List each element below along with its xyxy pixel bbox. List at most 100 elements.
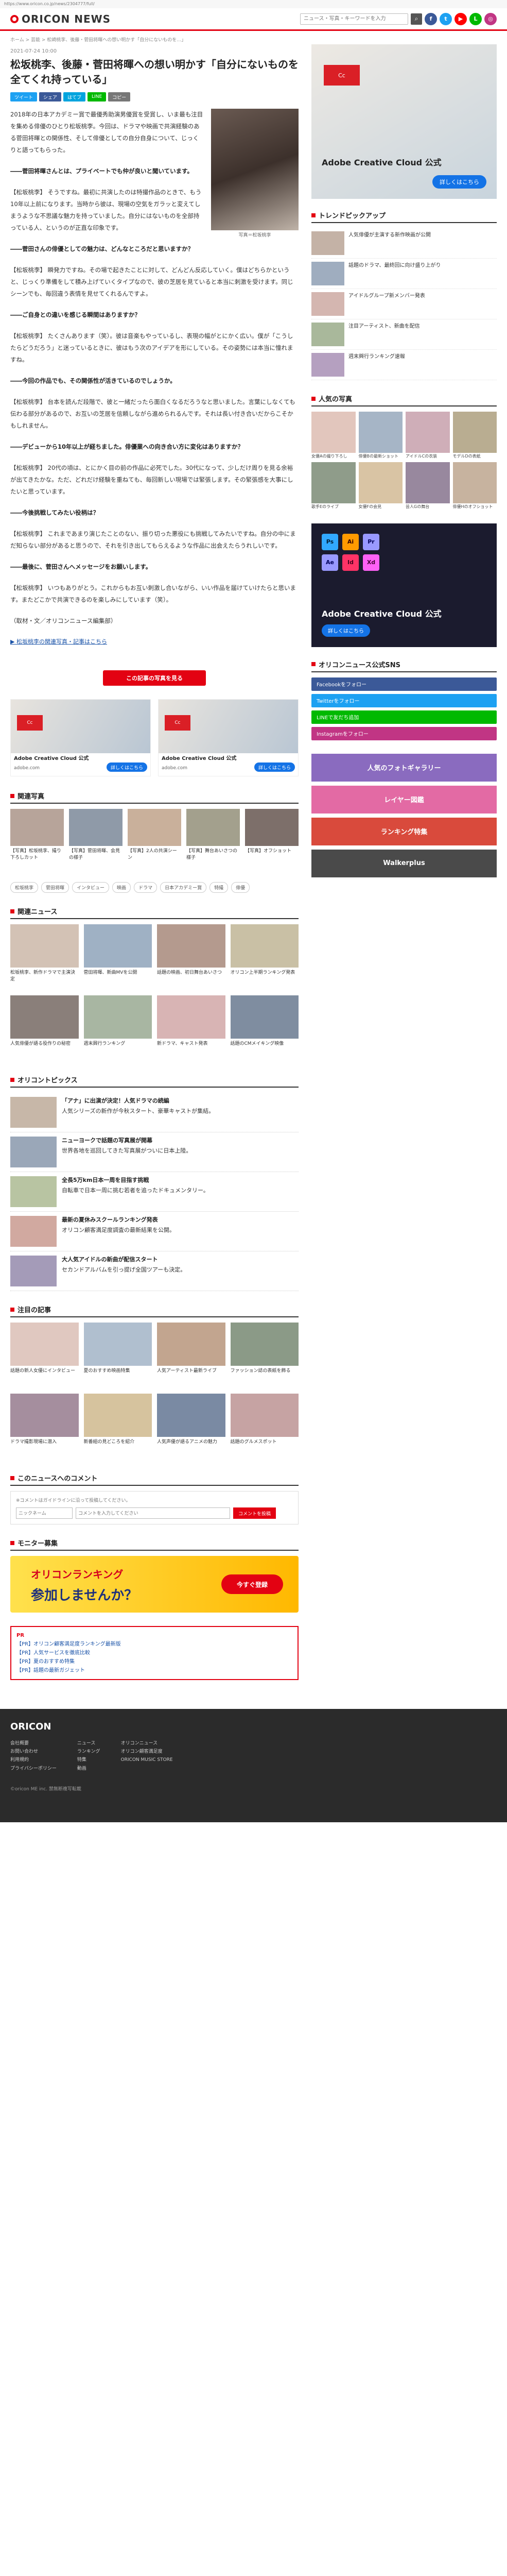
instagram-icon[interactable]: ◎ [484,12,497,25]
photo-card[interactable]: 【写真】松坂桃李、撮り下ろしカット [10,809,64,869]
tag-chip[interactable]: ドラマ [134,882,158,893]
sidebar-ad[interactable]: Cc Adobe Creative Cloud 公式 詳しくはこちら [311,44,497,199]
featured-card[interactable]: 人気アーティスト最新ライブ [157,1323,225,1388]
line-icon[interactable]: L [469,12,482,25]
photo-card[interactable]: 【写真】菅田将暉、会見の様子 [69,809,123,869]
gallery-card[interactable]: アイドルCの衣装 [406,412,450,459]
share-facebook-button[interactable]: シェア [39,92,62,101]
footer-link[interactable]: オリコン顧客満足度 [121,1748,173,1756]
apps-ad-cta-button[interactable]: 詳しくはこちら [322,624,370,637]
list-item[interactable]: 注目アーティスト、新曲を配信 [311,319,497,350]
photo-card[interactable]: 【写真】オフショット [245,809,299,869]
news-card[interactable]: 新ドラマ、キャスト発表 [157,995,225,1061]
footer-link[interactable]: 利用規約 [10,1756,57,1764]
news-card[interactable]: 週末興行ランキング [83,995,152,1061]
list-item[interactable]: 「アナ」に出演が決定！人気ドラマの続編 人気シリーズの新作が今秋スタート、豪華キャ… [10,1093,299,1132]
monitor-signup-button[interactable]: 今すぐ登録 [221,1574,283,1594]
breadcrumb[interactable]: ホーム > 芸能 > 松崎桃李、後藤・菅田将暉への想い明かす「自分にないものを…… [0,31,507,44]
pr-link[interactable]: 【PR】オリコン顧客満足度ランキング最新版 [16,1640,292,1649]
footer-link[interactable]: 動画 [77,1765,100,1773]
twitter-icon[interactable]: t [440,12,452,25]
related-article-link[interactable]: ▶ 松坂桃李の関連写真・記事はこちら [10,636,299,648]
list-item[interactable]: 人気俳優が主演する新作映画が公開 [311,228,497,259]
photo-card[interactable]: 【写真】2人の共演シーン [128,809,181,869]
lead-photo[interactable]: 写真＝松坂桃李 [211,109,299,240]
tag-chip[interactable]: 松坂桃李 [10,882,39,893]
list-item[interactable]: 大人気アイドルの新曲が配信スタート セカンドアルバムを引っ提げ全国ツアーも決定。 [10,1251,299,1291]
footer-logo[interactable]: ORICON [10,1721,497,1732]
sidebar-banner[interactable]: レイヤー図鑑 [311,785,497,814]
gallery-card[interactable]: 俳優Bの最新ショット [358,412,403,459]
list-item[interactable]: 最新の夏休みスクールランキング発表 オリコン顧客満足度調査の最新結果を公開。 [10,1212,299,1251]
footer-link[interactable]: 特集 [77,1756,100,1764]
list-item[interactable]: 全長5万km日本一周を目指す挑戦 自転車で日本一周に挑む若者を追ったドキュメンタリ… [10,1172,299,1212]
share-hatena-button[interactable]: はてブ [63,92,86,101]
news-card[interactable]: 人気俳優が語る役作りの秘密 [10,995,79,1061]
featured-card[interactable]: ドラマ撮影現場に潜入 [10,1394,79,1460]
footer-link[interactable]: ORICON MUSIC STORE [121,1756,173,1764]
youtube-icon[interactable]: ▶ [454,12,467,25]
footer-link[interactable]: ランキング [77,1748,100,1756]
footer-link[interactable]: プライバシーポリシー [10,1765,57,1773]
footer-link[interactable]: お問い合わせ [10,1748,57,1756]
pr-link[interactable]: 【PR】夏のおすすめ特集 [16,1657,292,1666]
copy-link-button[interactable]: コピー [108,92,131,101]
comment-field[interactable] [76,1507,230,1519]
gallery-card[interactable]: モデルDの表紙 [452,412,497,459]
tag-chip[interactable]: インタビュー [72,882,110,893]
apps-ad[interactable]: Ps Ai Pr Ae Id Xd Adobe Creative Cloud 公… [311,523,497,647]
site-logo[interactable]: ORICON NEWS [10,13,111,25]
gallery-card[interactable]: 俳優Hのオフショット [452,462,497,510]
search-input[interactable] [300,13,408,25]
featured-card[interactable]: 夏のおすすめ映画特集 [83,1323,152,1388]
news-card[interactable]: 菅田将暉、新曲MVを公開 [83,924,152,990]
footer-link[interactable]: オリコンニュース [121,1739,173,1748]
share-line-button[interactable]: LINE [88,92,107,101]
list-item[interactable]: 週末興行ランキング速報 [311,350,497,380]
gallery-card[interactable]: 歌手Eのライブ [311,462,356,510]
photo-card[interactable]: 【写真】舞台あいさつの様子 [186,809,240,869]
follow-facebook-button[interactable]: Facebookをフォロー [311,677,497,691]
gallery-card[interactable]: 芸人Gの舞台 [406,462,450,510]
ad-banner[interactable]: Cc Adobe Creative Cloud 公式 adobe.com 詳しく… [10,699,151,776]
tag-chip[interactable]: 特撮 [209,882,229,893]
sidebar-banner[interactable]: ランキング特集 [311,817,497,845]
gallery-card[interactable]: 女優Aの撮り下ろし [311,412,356,459]
news-card[interactable]: 話題のCMメイキング映像 [230,995,299,1061]
featured-card[interactable]: 話題の新人女優にインタビュー [10,1323,79,1388]
ad-cta-button[interactable]: 詳しくはこちら [254,762,295,772]
search-icon[interactable]: ⌕ [411,13,422,25]
pr-link[interactable]: 【PR】人気サービスを徹底比較 [16,1649,292,1657]
follow-instagram-button[interactable]: Instagramをフォロー [311,726,497,740]
follow-twitter-button[interactable]: Twitterをフォロー [311,693,497,707]
tag-chip[interactable]: 日本アカデミー賞 [160,882,207,893]
ad-banner[interactable]: Cc Adobe Creative Cloud 公式 adobe.com 詳しく… [158,699,299,776]
list-item[interactable]: アイドルグループ新メンバー発表 [311,289,497,319]
footer-link[interactable]: ニュース [77,1739,100,1748]
list-item[interactable]: 話題のドラマ、最終回に向け盛り上がり [311,259,497,289]
news-card[interactable]: オリコン上半期ランキング発表 [230,924,299,990]
tag-chip[interactable]: 菅田将暉 [41,882,69,893]
footer-link[interactable]: 会社概要 [10,1739,57,1748]
gallery-card[interactable]: 女優Fの会見 [358,462,403,510]
featured-card[interactable]: 新番組の見どころを紹介 [83,1394,152,1460]
monitor-banner[interactable]: オリコンランキング 参加しませんか？ 今すぐ登録 [10,1556,299,1613]
featured-card[interactable]: 人気声優が語るアニメの魅力 [157,1394,225,1460]
news-card[interactable]: 松坂桃李、新作ドラマで主演決定 [10,924,79,990]
nickname-field[interactable] [16,1507,73,1519]
pr-link[interactable]: 【PR】話題の最新ガジェット [16,1666,292,1675]
news-card[interactable]: 話題の映画、初日舞台あいさつ [157,924,225,990]
comment-submit-button[interactable]: コメントを投稿 [233,1507,276,1519]
tag-chip[interactable]: 映画 [112,882,131,893]
list-item[interactable]: ニューヨークで話題の写真展が開幕 世界各地を巡回してきた写真展がついに日本上陸。 [10,1132,299,1172]
follow-line-button[interactable]: LINEで友だち追加 [311,710,497,724]
featured-card[interactable]: 話題のグルメスポット [230,1394,299,1460]
sidebar-ad-cta-button[interactable]: 詳しくはこちら [432,175,486,189]
sidebar-banner[interactable]: Walkerplus [311,849,497,877]
facebook-icon[interactable]: f [425,12,437,25]
tag-chip[interactable]: 俳優 [231,882,250,893]
featured-card[interactable]: ファッション誌の表紙を飾る [230,1323,299,1388]
ad-cta-button[interactable]: 詳しくはこちら [106,762,147,772]
share-twitter-button[interactable]: ツイート [10,92,38,101]
more-photos-button[interactable]: この記事の写真を見る [103,670,206,686]
